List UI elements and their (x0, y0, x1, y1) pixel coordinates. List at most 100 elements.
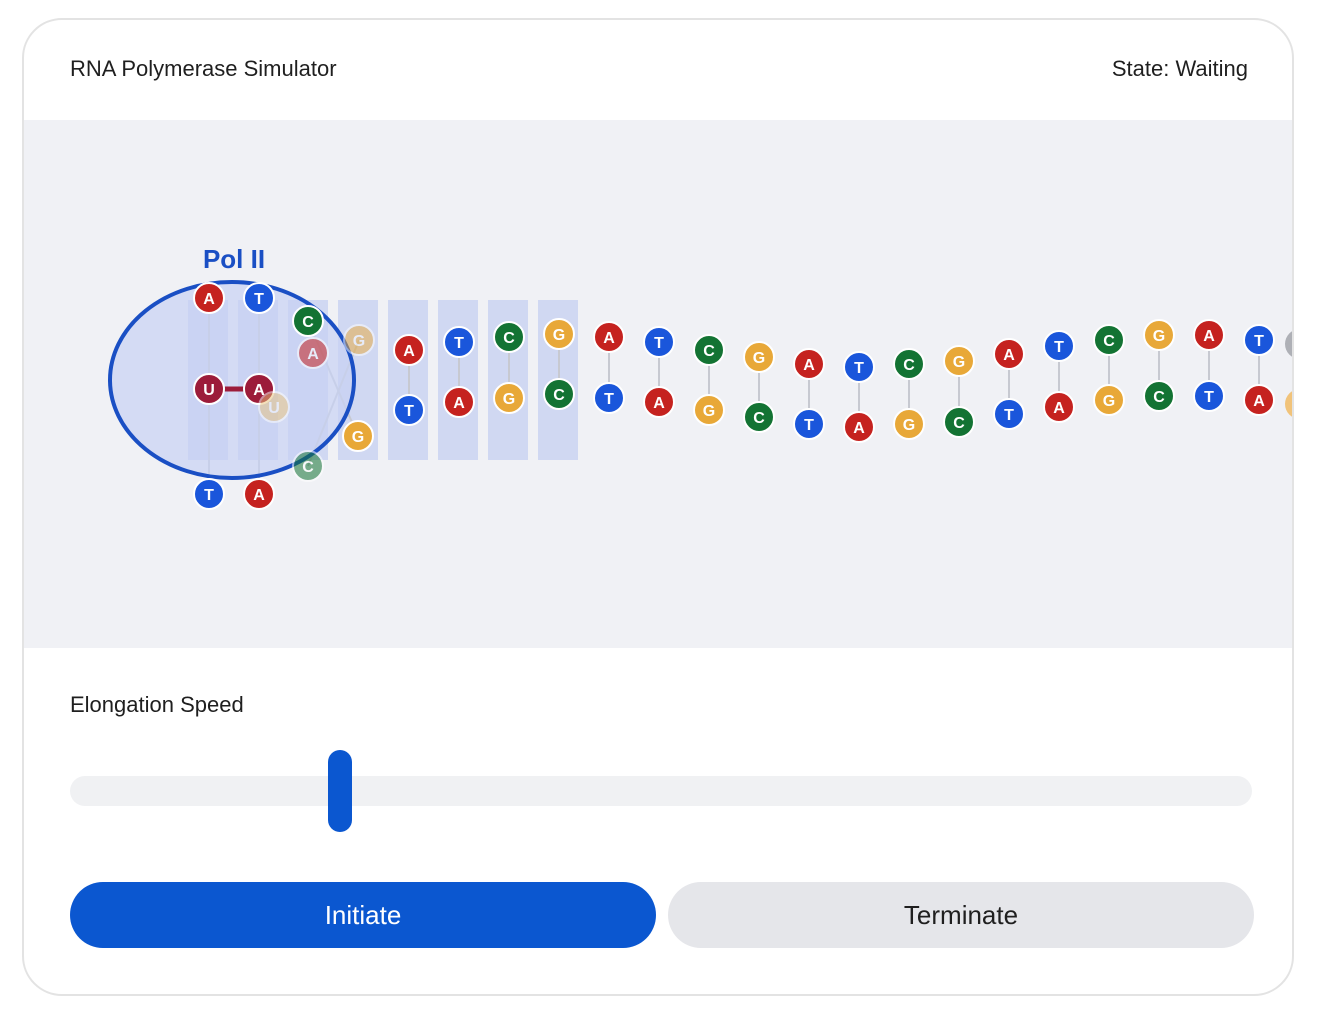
template-base-top: G (343, 324, 375, 356)
terminate-button[interactable]: Terminate (668, 882, 1254, 948)
offscreen-base (1285, 331, 1292, 357)
svg-text:C: C (503, 330, 515, 347)
template-base-bottom: T (1193, 380, 1225, 412)
slider-thumb[interactable] (328, 750, 352, 832)
template-base-top: C (893, 348, 925, 380)
svg-text:G: G (1103, 393, 1115, 410)
template-base-bottom: G (1093, 384, 1125, 416)
template-base-bottom: C (1143, 380, 1175, 412)
initiate-button[interactable]: Initiate (70, 882, 656, 948)
template-base-top: G (743, 341, 775, 373)
template-base-bottom: T (593, 382, 625, 414)
svg-text:G: G (703, 403, 715, 420)
app-title: RNA Polymerase Simulator (70, 56, 337, 81)
rna-nucleotide: U (193, 373, 225, 405)
simulation-canvas: ATTACGGCATTACGGCATTACGGCATTACGGCATTACGGC… (24, 120, 1292, 648)
template-base-bottom: A (1043, 391, 1075, 423)
svg-text:C: C (753, 410, 765, 427)
svg-text:A: A (803, 357, 815, 374)
svg-text:T: T (404, 403, 414, 420)
dna-visualization: ATTACGGCATTACGGCATTACGGCATTACGGCATTACGGC… (108, 244, 1292, 510)
svg-text:T: T (1204, 389, 1214, 406)
header: RNA Polymerase Simulator State: Waiting (24, 20, 1292, 120)
template-base-bottom: T (393, 394, 425, 426)
template-base-top: A (193, 282, 225, 314)
svg-text:C: C (553, 387, 565, 404)
template-base-bottom: C (543, 378, 575, 410)
simulator-card: RNA Polymerase Simulator State: Waiting … (22, 18, 1294, 996)
svg-text:A: A (853, 420, 865, 437)
svg-text:A: A (653, 395, 665, 412)
template-base-bottom: C (292, 450, 324, 482)
svg-text:A: A (1253, 393, 1265, 410)
template-base-bottom: A (243, 478, 275, 510)
template-base-top: C (493, 321, 525, 353)
template-base-bottom: T (993, 398, 1025, 430)
template-base-top: A (393, 334, 425, 366)
template-base-bottom: A (443, 386, 475, 418)
template-base-bottom: C (743, 401, 775, 433)
svg-text:T: T (604, 391, 614, 408)
incoming-nucleotide: A (297, 337, 329, 369)
pol-ii-label: Pol II (203, 244, 265, 274)
template-base-bottom: A (843, 411, 875, 443)
svg-text:T: T (1004, 407, 1014, 424)
svg-text:T: T (254, 291, 264, 308)
template-base-bottom: T (793, 408, 825, 440)
template-base-top: T (843, 351, 875, 383)
offscreen-base (1285, 391, 1292, 417)
svg-text:G: G (352, 429, 364, 446)
svg-text:A: A (253, 487, 265, 504)
template-base-bottom: A (1243, 384, 1275, 416)
svg-text:T: T (1054, 339, 1064, 356)
svg-text:G: G (953, 354, 965, 371)
svg-text:U: U (203, 382, 215, 399)
svg-text:G: G (553, 327, 565, 344)
template-base-bottom: A (643, 386, 675, 418)
svg-text:U: U (268, 400, 280, 417)
template-base-top: C (292, 305, 324, 337)
svg-text:G: G (1153, 328, 1165, 345)
svg-text:T: T (204, 487, 214, 504)
svg-text:G: G (353, 333, 365, 350)
template-base-bottom: C (943, 406, 975, 438)
template-base-top: T (443, 326, 475, 358)
svg-text:G: G (903, 417, 915, 434)
template-base-top: G (943, 345, 975, 377)
template-base-top: A (1193, 319, 1225, 351)
template-base-top: G (543, 318, 575, 350)
template-base-bottom: T (193, 478, 225, 510)
svg-text:C: C (1153, 389, 1165, 406)
svg-text:A: A (403, 343, 415, 360)
elongation-speed-label: Elongation Speed (70, 692, 244, 717)
template-base-top: T (243, 282, 275, 314)
template-base-top: A (993, 338, 1025, 370)
template-base-bottom: G (693, 394, 725, 426)
template-base-bottom: G (893, 408, 925, 440)
template-base-top: T (1243, 324, 1275, 356)
template-base-bottom: G (342, 420, 374, 452)
svg-text:G: G (503, 391, 515, 408)
template-base-bottom: G (493, 382, 525, 414)
svg-text:A: A (1203, 328, 1215, 345)
svg-text:A: A (453, 395, 465, 412)
svg-text:T: T (804, 417, 814, 434)
elongation-speed-slider[interactable] (70, 776, 1252, 806)
template-base-top: C (1093, 324, 1125, 356)
svg-text:A: A (1053, 400, 1065, 417)
template-base-top: C (693, 334, 725, 366)
svg-text:A: A (203, 291, 215, 308)
svg-text:A: A (307, 346, 319, 363)
template-base-top: A (793, 348, 825, 380)
svg-text:C: C (703, 343, 715, 360)
template-base-top: T (1043, 330, 1075, 362)
template-base-top: G (1143, 319, 1175, 351)
svg-text:A: A (603, 330, 615, 347)
svg-text:T: T (854, 360, 864, 377)
incoming-nucleotide: U (258, 391, 290, 423)
svg-text:C: C (903, 357, 915, 374)
svg-text:C: C (953, 415, 965, 432)
svg-text:A: A (1003, 347, 1015, 364)
svg-text:C: C (302, 314, 314, 331)
template-base-top: T (643, 326, 675, 358)
